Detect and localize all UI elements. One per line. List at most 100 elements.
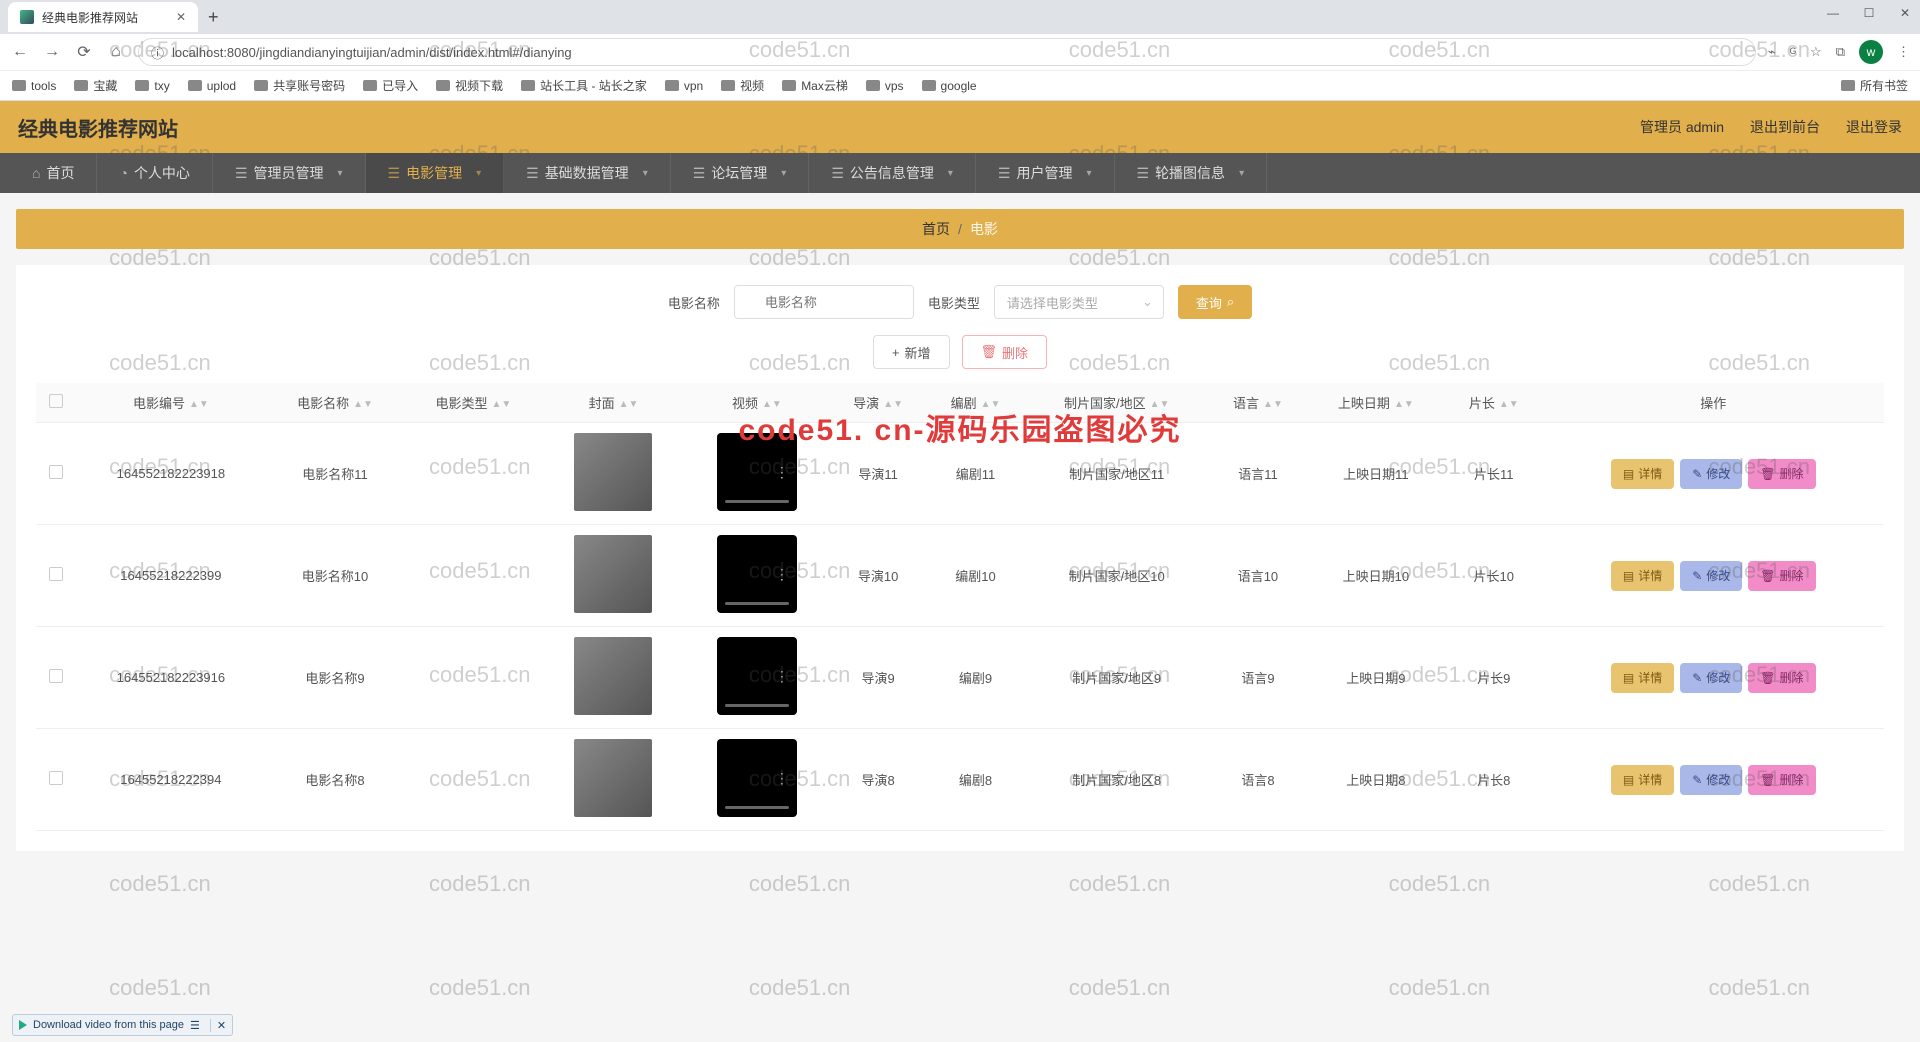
bookmark-item[interactable]: 站长工具 - 站长之家 xyxy=(521,77,647,94)
bookmark-item[interactable]: vpn xyxy=(665,79,703,93)
extensions-icon[interactable]: ⧉ xyxy=(1836,44,1845,60)
row-delete-button[interactable]: 🗑 删除 xyxy=(1748,459,1815,489)
nav-item[interactable]: ☰管理员管理▾ xyxy=(213,153,366,193)
back-icon[interactable]: ← xyxy=(10,43,30,61)
forward-icon[interactable]: → xyxy=(42,43,62,61)
cell-type xyxy=(404,423,542,525)
nav-item[interactable]: ☰用户管理▾ xyxy=(976,153,1115,193)
cell-name: 电影名称8 xyxy=(266,729,404,831)
query-button[interactable]: 查询 ⌕ xyxy=(1178,285,1252,319)
download-bar[interactable]: Download video from this page ☰ ✕ xyxy=(12,1014,233,1036)
row-delete-button[interactable]: 🗑 删除 xyxy=(1748,561,1815,591)
nav-item[interactable]: ☰电影管理▾ xyxy=(366,153,505,193)
download-close-icon[interactable]: ✕ xyxy=(210,1019,226,1032)
edit-button[interactable]: ✎ 修改 xyxy=(1680,765,1742,795)
column-header[interactable]: 操作 xyxy=(1542,383,1884,423)
video-player[interactable] xyxy=(717,739,797,817)
bookmark-item[interactable]: uplod xyxy=(188,79,236,93)
folder-icon xyxy=(721,80,735,91)
logout-front-link[interactable]: 退出到前台 xyxy=(1750,117,1820,137)
bookmark-item[interactable]: 视频 xyxy=(721,77,764,94)
video-player[interactable] xyxy=(717,433,797,511)
key-icon[interactable]: ⌁ xyxy=(1768,44,1776,60)
row-checkbox[interactable] xyxy=(49,771,63,785)
bookmark-item[interactable]: google xyxy=(922,79,977,93)
detail-button[interactable]: ▤ 详情 xyxy=(1611,765,1674,795)
row-checkbox[interactable] xyxy=(49,669,63,683)
nav-item[interactable]: ⌂首页 xyxy=(10,153,97,193)
column-header[interactable]: 导演▲▼ xyxy=(829,383,926,423)
video-player[interactable] xyxy=(717,535,797,613)
nav-menu: ⌂首页◔个人中心☰管理员管理▾☰电影管理▾☰基础数据管理▾☰论坛管理▾☰公告信息… xyxy=(0,153,1920,193)
all-bookmarks[interactable]: 所有书签 xyxy=(1841,77,1908,94)
edit-button[interactable]: ✎ 修改 xyxy=(1680,459,1742,489)
delete-button[interactable]: 🗑 删除 xyxy=(962,335,1048,369)
breadcrumb-home[interactable]: 首页 xyxy=(922,219,950,239)
bookmark-item[interactable]: vps xyxy=(866,79,904,93)
cover-thumbnail[interactable] xyxy=(574,739,652,817)
nav-item[interactable]: ☰基础数据管理▾ xyxy=(504,153,671,193)
detail-button[interactable]: ▤ 详情 xyxy=(1611,459,1674,489)
detail-button[interactable]: ▤ 详情 xyxy=(1611,663,1674,693)
cover-thumbnail[interactable] xyxy=(574,535,652,613)
row-checkbox[interactable] xyxy=(49,465,63,479)
bookmark-item[interactable]: Max云梯 xyxy=(782,77,848,94)
window-controls: — ☐ ✕ xyxy=(1824,6,1914,20)
cover-thumbnail[interactable] xyxy=(574,433,652,511)
column-header[interactable]: 电影编号▲▼ xyxy=(76,383,266,423)
cell-writer: 编剧11 xyxy=(927,423,1024,525)
maximize-icon[interactable]: ☐ xyxy=(1860,6,1878,20)
detail-icon: ▤ xyxy=(1623,773,1634,787)
cover-thumbnail[interactable] xyxy=(574,637,652,715)
nav-item[interactable]: ☰公告信息管理▾ xyxy=(809,153,976,193)
column-header[interactable]: 编剧▲▼ xyxy=(927,383,1024,423)
column-header[interactable]: 视频▲▼ xyxy=(684,383,829,423)
home-icon[interactable]: ⌂ xyxy=(106,43,126,61)
url-field[interactable]: ⓘ localhost:8080/jingdiandianyingtuijian… xyxy=(138,38,1756,66)
column-header[interactable]: 封面▲▼ xyxy=(543,383,685,423)
nav-item[interactable]: ☰轮播图信息▾ xyxy=(1115,153,1268,193)
bookmark-item[interactable]: 共享账号密码 xyxy=(254,77,345,94)
minimize-icon[interactable]: — xyxy=(1824,6,1842,20)
nav-item[interactable]: ◔个人中心 xyxy=(97,153,212,193)
select-all-checkbox[interactable] xyxy=(49,394,63,408)
download-options-icon[interactable]: ☰ xyxy=(190,1019,200,1032)
row-delete-button[interactable]: 🗑 删除 xyxy=(1748,765,1815,795)
name-input[interactable] xyxy=(734,285,914,319)
add-button[interactable]: + 新增 xyxy=(873,335,950,369)
browser-tab[interactable]: 经典电影推荐网站 ✕ xyxy=(8,2,198,32)
bookmark-item[interactable]: 视频下载 xyxy=(436,77,503,94)
column-header[interactable]: 电影类型▲▼ xyxy=(404,383,542,423)
bookmark-item[interactable]: tools xyxy=(12,79,56,93)
folder-icon xyxy=(521,80,535,91)
detail-button[interactable]: ▤ 详情 xyxy=(1611,561,1674,591)
sort-icon: ▲▼ xyxy=(762,402,782,408)
type-select[interactable]: 请选择电影类型 xyxy=(994,285,1164,319)
column-header[interactable]: 制片国家/地区▲▼ xyxy=(1024,383,1209,423)
edit-button[interactable]: ✎ 修改 xyxy=(1680,561,1742,591)
close-window-icon[interactable]: ✕ xyxy=(1896,6,1914,20)
nav-icon: ☰ xyxy=(388,165,401,182)
video-player[interactable] xyxy=(717,637,797,715)
profile-avatar[interactable]: w xyxy=(1859,40,1883,64)
row-checkbox[interactable] xyxy=(49,567,63,581)
admin-label[interactable]: 管理员 admin xyxy=(1640,117,1724,137)
nav-item[interactable]: ☰论坛管理▾ xyxy=(671,153,810,193)
reload-icon[interactable]: ⟳ xyxy=(74,42,94,62)
column-header[interactable]: 上映日期▲▼ xyxy=(1307,383,1445,423)
column-header[interactable]: 电影名称▲▼ xyxy=(266,383,404,423)
bookmark-item[interactable]: txy xyxy=(135,79,169,93)
edit-button[interactable]: ✎ 修改 xyxy=(1680,663,1742,693)
column-header[interactable]: 片长▲▼ xyxy=(1445,383,1542,423)
bookmark-star-icon[interactable]: ☆ xyxy=(1810,44,1822,60)
new-tab-button[interactable]: + xyxy=(198,7,229,28)
translate-icon[interactable]: ᴳ xyxy=(1790,45,1796,60)
kebab-menu-icon[interactable]: ⋮ xyxy=(1897,44,1910,60)
logout-link[interactable]: 退出登录 xyxy=(1846,117,1902,137)
folder-icon xyxy=(74,80,88,91)
bookmark-item[interactable]: 宝藏 xyxy=(74,77,117,94)
row-delete-button[interactable]: 🗑 删除 xyxy=(1748,663,1815,693)
close-tab-icon[interactable]: ✕ xyxy=(176,10,186,24)
bookmark-item[interactable]: 已导入 xyxy=(363,77,418,94)
column-header[interactable]: 语言▲▼ xyxy=(1209,383,1306,423)
